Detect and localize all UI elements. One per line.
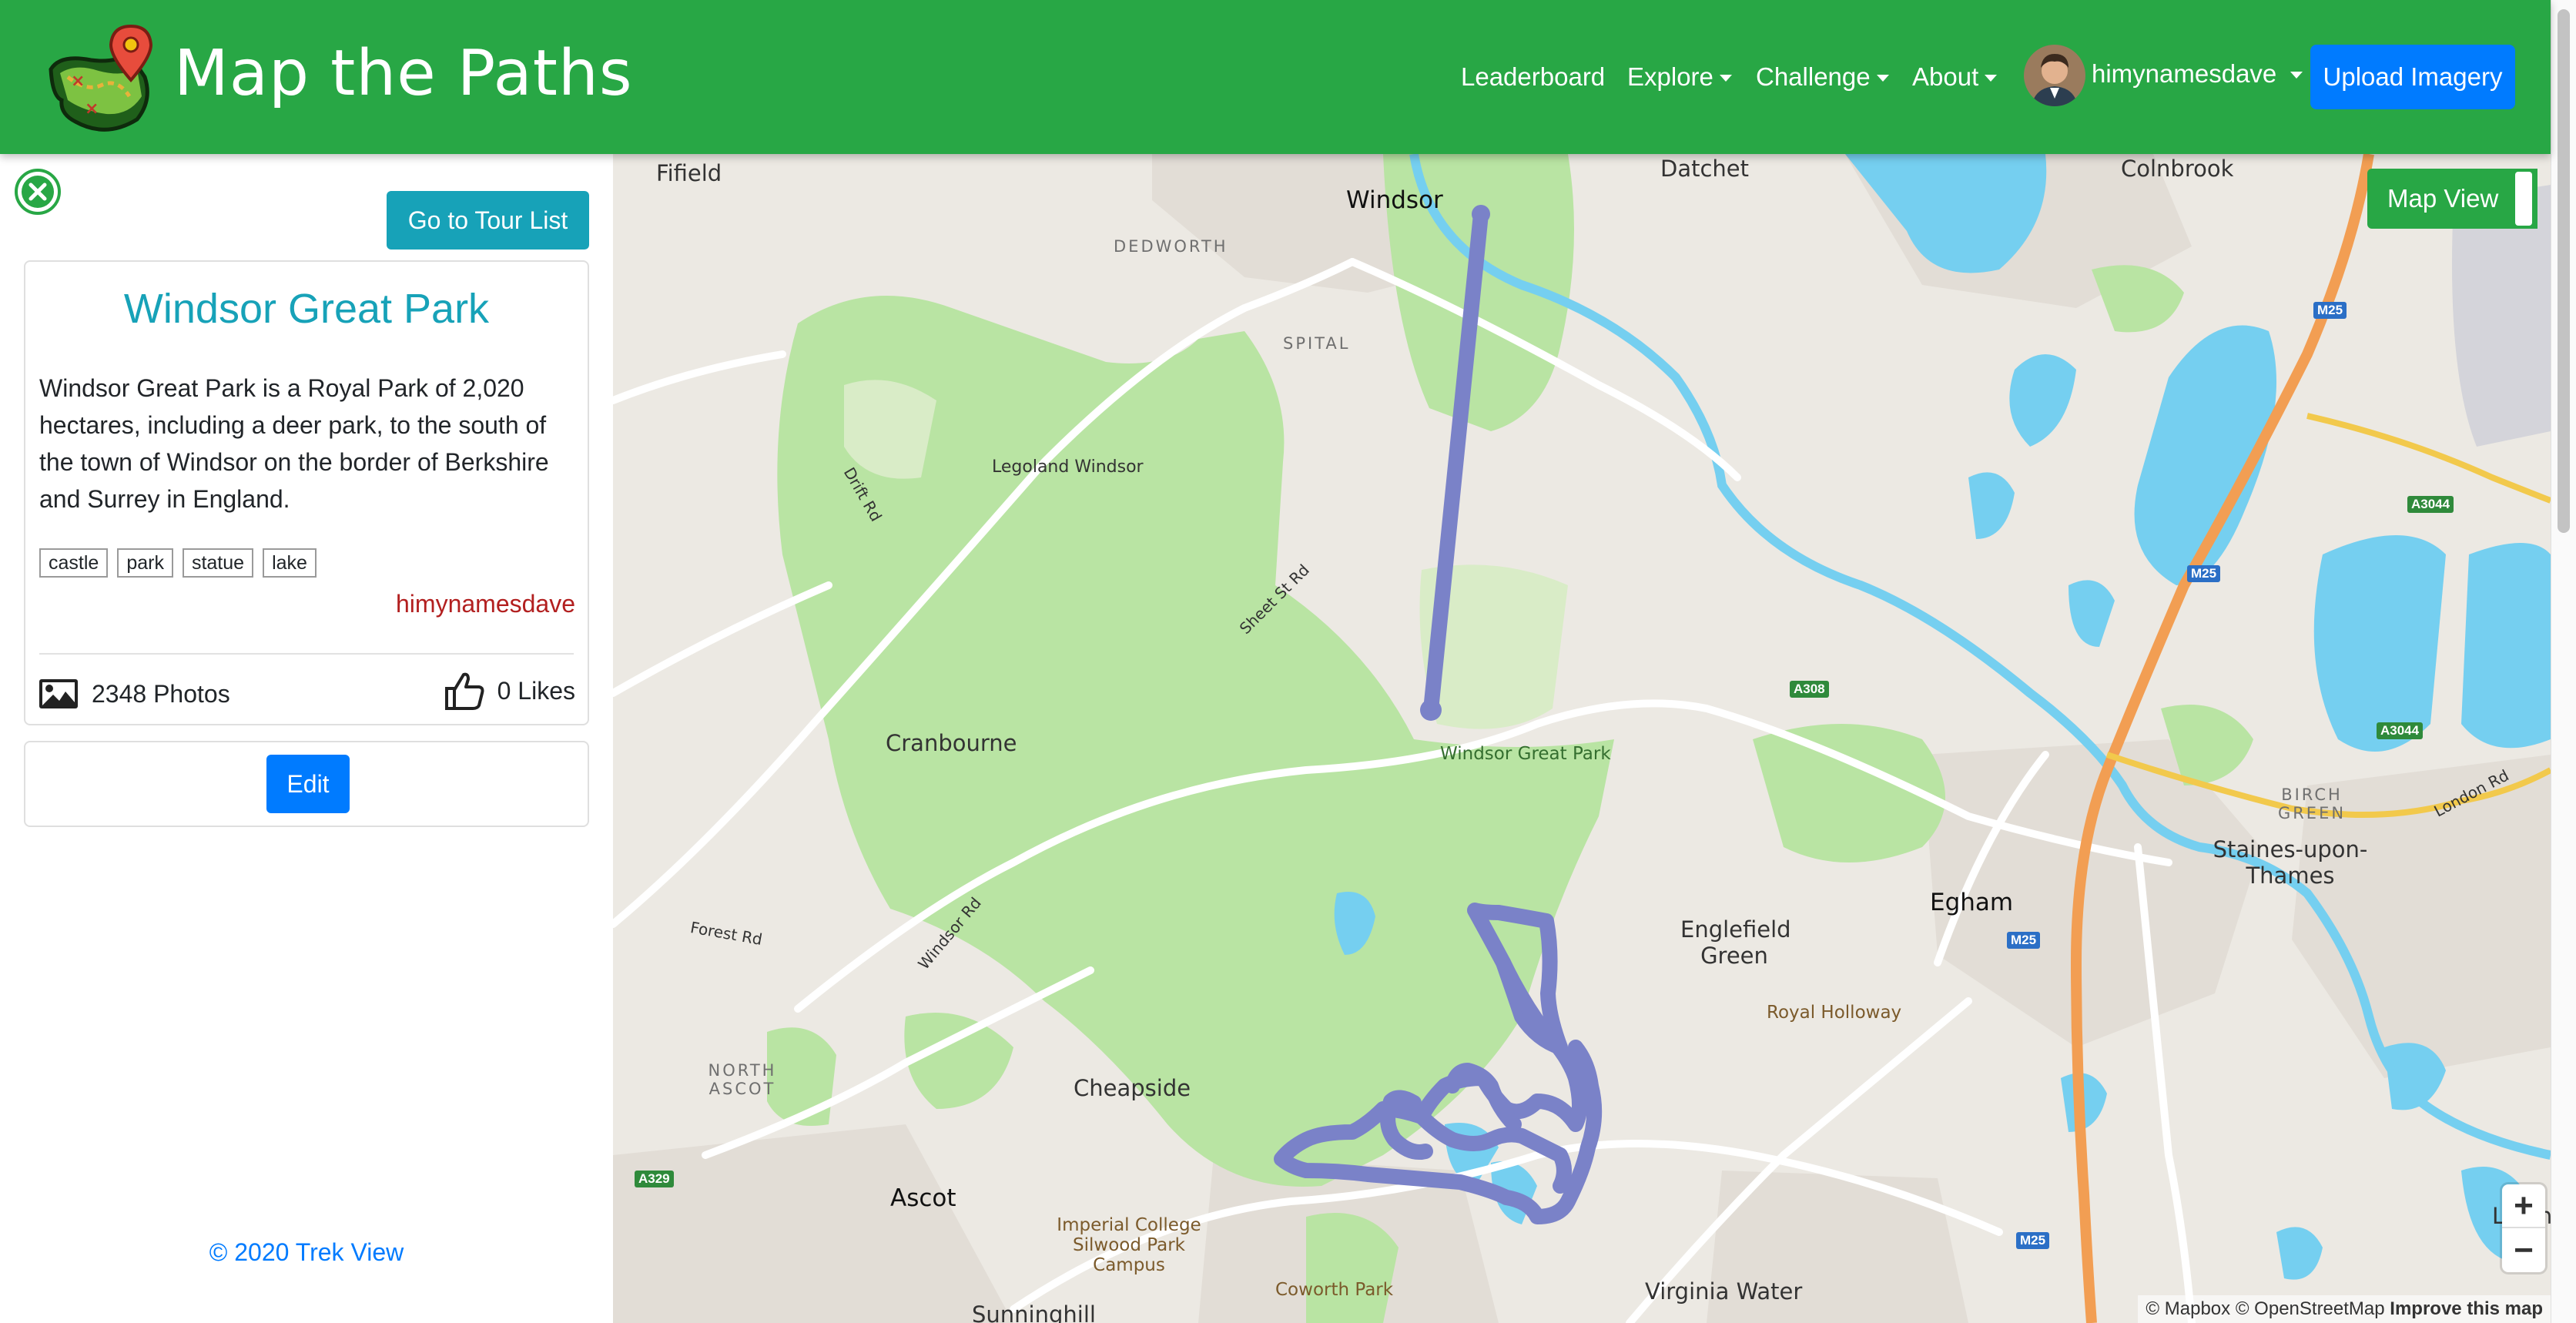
map-label: DEDWORTH	[1114, 237, 1228, 256]
svg-text:×: ×	[71, 72, 85, 91]
map-the-paths-logo-icon[interactable]: × ×	[45, 23, 168, 135]
map-label: Cheapside	[1074, 1075, 1191, 1101]
tag-statue[interactable]: statue	[182, 548, 254, 578]
scrollbar-thumb[interactable]	[2558, 9, 2570, 533]
map-label: Sunninghill	[972, 1301, 1096, 1323]
map-view-toggle[interactable]	[2515, 172, 2532, 226]
map-label: Royal Holloway	[1767, 1003, 1902, 1023]
road-shield: M25	[2187, 565, 2221, 582]
road-shield: M25	[2313, 302, 2347, 319]
divider	[39, 653, 574, 655]
go-to-tour-list-button[interactable]: Go to Tour List	[387, 191, 589, 250]
map-label: Cranbourne	[886, 730, 1017, 756]
map-attribution: © Mapbox © OpenStreetMap Improve this ma…	[2138, 1295, 2551, 1323]
road-shield: A329	[635, 1171, 674, 1187]
user-avatar-icon	[2024, 45, 2085, 106]
road-shield: M25	[2007, 932, 2041, 949]
road-shield: M25	[2016, 1232, 2050, 1249]
tag-list: castle park statue lake	[39, 548, 317, 578]
map-label: Legoland Windsor	[992, 457, 1144, 477]
tag-park[interactable]: park	[117, 548, 173, 578]
sidebar: Go to Tour List Windsor Great Park Winds…	[0, 154, 613, 1323]
photo-count: 2348 Photos	[38, 678, 230, 710]
map-label: BIRCH GREEN	[2277, 785, 2347, 822]
map-label: NORTH ASCOT	[708, 1061, 777, 1098]
brand-title[interactable]: Map the Paths	[174, 37, 633, 110]
map-canvas[interactable]: Fifield Windsor Datchet Colnbrook DEDWOR…	[613, 154, 2551, 1323]
edit-button[interactable]: Edit	[266, 755, 350, 813]
edit-card: Edit	[24, 741, 589, 827]
map-label: Windsor Great Park	[1440, 744, 1611, 764]
map-label: Virginia Water	[1645, 1278, 1803, 1305]
chevron-down-icon	[1876, 75, 1889, 82]
footer-link[interactable]: © 2020 Trek View	[0, 1238, 613, 1267]
svg-text:×: ×	[85, 99, 99, 119]
map-label: Egham	[1930, 889, 2014, 916]
tag-lake[interactable]: lake	[263, 548, 317, 578]
zoom-control: + −	[2502, 1184, 2545, 1272]
tour-card: Windsor Great Park Windsor Great Park is…	[24, 260, 589, 725]
map-view-button[interactable]: Map View	[2367, 169, 2537, 229]
likes-text: 0 Likes	[497, 676, 575, 705]
map-label: Coworth Park	[1275, 1280, 1394, 1300]
map-label: Colnbrook	[2121, 156, 2234, 182]
tour-title: Windsor Great Park	[123, 286, 490, 332]
upload-imagery-button[interactable]: Upload Imagery	[2310, 45, 2515, 109]
close-sidebar-icon[interactable]	[14, 168, 62, 216]
map-label: Ascot	[890, 1184, 956, 1212]
osm-attribution-link[interactable]: © OpenStreetMap	[2236, 1298, 2385, 1319]
map-label: Fifield	[656, 160, 722, 186]
mapbox-attribution-link[interactable]: © Mapbox	[2146, 1298, 2230, 1319]
road-shield: A3044	[2377, 722, 2424, 739]
nav-challenge-dropdown[interactable]: Challenge	[1756, 60, 1889, 94]
road-shield: A3044	[2407, 496, 2454, 513]
nav-explore-dropdown[interactable]: Explore	[1627, 60, 1732, 94]
scrollbar[interactable]	[2551, 0, 2576, 1323]
user-menu-dropdown[interactable]: himynamesdave	[2092, 57, 2303, 91]
map-label: Datchet	[1660, 156, 1750, 182]
avatar[interactable]	[2024, 45, 2085, 106]
photo-count-text: 2348 Photos	[92, 679, 230, 708]
nav-about-dropdown[interactable]: About	[1912, 60, 1998, 94]
chevron-down-icon	[2290, 72, 2303, 79]
map-label: Windsor	[1346, 186, 1443, 214]
thumbs-up-icon[interactable]	[444, 670, 485, 712]
zoom-out-button[interactable]: −	[2502, 1228, 2545, 1272]
image-icon	[39, 679, 78, 708]
chevron-down-icon	[1719, 75, 1732, 82]
likes: 0 Likes	[444, 670, 575, 712]
zoom-in-button[interactable]: +	[2502, 1184, 2545, 1228]
tour-author-link[interactable]: himynamesdave	[396, 590, 575, 618]
improve-map-link[interactable]: Improve this map	[2390, 1298, 2543, 1319]
map-label: Englefield Green	[1680, 916, 1791, 969]
map-label: Imperial College Silwood Park Campus	[1057, 1215, 1201, 1275]
navbar: × × Map the Paths Leaderboard Explore Ch…	[0, 0, 2551, 154]
nav-leaderboard[interactable]: Leaderboard	[1461, 60, 1605, 94]
map-label: Staines-upon-Thames	[2213, 836, 2368, 889]
map-label: SPITAL	[1283, 334, 1351, 353]
tour-description: Windsor Great Park is a Royal Park of 2,…	[39, 374, 549, 513]
chevron-down-icon	[1985, 75, 1998, 82]
road-shield: A308	[1790, 681, 1829, 698]
tag-castle[interactable]: castle	[39, 548, 109, 578]
